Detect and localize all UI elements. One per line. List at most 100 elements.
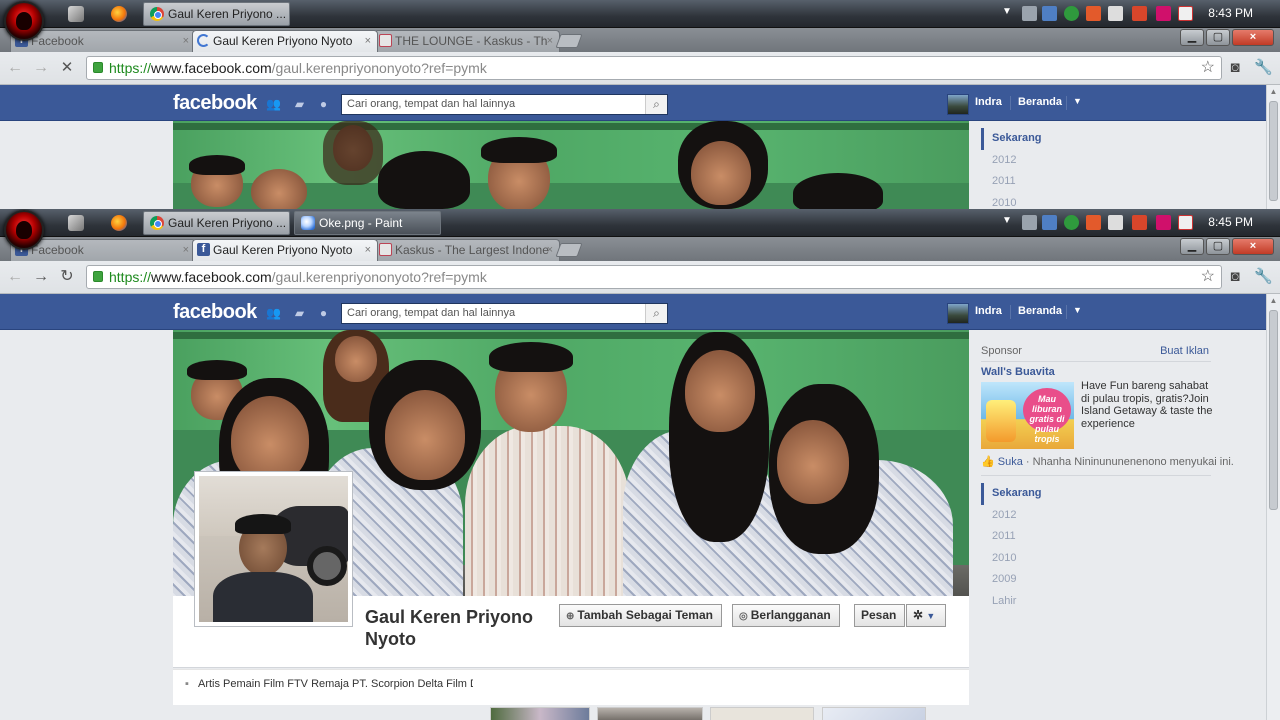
- search-input[interactable]: Cari orang, tempat dan hal lainnya ⌕: [341, 303, 668, 324]
- close-tab-icon[interactable]: ×: [547, 31, 553, 51]
- timeline-item[interactable]: 2012: [981, 505, 1042, 527]
- search-icon[interactable]: ⌕: [645, 95, 667, 114]
- messages-icon[interactable]: ▰: [292, 306, 307, 320]
- firefox-icon[interactable]: [111, 6, 127, 22]
- home-link[interactable]: Beranda: [1018, 305, 1062, 317]
- tab-profile[interactable]: f Gaul Keren Priyono Nyoto ×: [192, 239, 378, 261]
- flag-icon[interactable]: [1086, 215, 1101, 230]
- create-ad-link[interactable]: Buat Iklan: [1160, 345, 1209, 357]
- search-input[interactable]: Cari orang, tempat dan hal lainnya ⌕: [341, 94, 668, 115]
- like-icon[interactable]: 👍: [981, 456, 995, 468]
- account-menu-icon[interactable]: ▼: [1073, 305, 1082, 315]
- extension-icon[interactable]: ◙: [1226, 60, 1244, 76]
- forward-button[interactable]: →: [30, 58, 52, 78]
- friends-thumbnail[interactable]: [597, 707, 703, 720]
- timeline-item[interactable]: 2011: [981, 526, 1042, 548]
- profile-work-info[interactable]: Artis Pemain Film FTV Remaja PT. Scorpio…: [198, 678, 473, 690]
- clock[interactable]: 8:45 PM: [1208, 215, 1253, 229]
- ad-image[interactable]: Mau liburan gratis di pulau tropis: [981, 382, 1074, 449]
- friend-requests-icon[interactable]: 👥: [266, 97, 281, 111]
- flag-icon[interactable]: [1086, 6, 1101, 21]
- start-button[interactable]: [4, 210, 44, 250]
- cover-photo[interactable]: [173, 121, 969, 209]
- timeline-item[interactable]: 2011: [981, 171, 1042, 193]
- timeline-item[interactable]: 2010: [981, 193, 1042, 210]
- network-icon[interactable]: [1108, 6, 1123, 21]
- extension-icon[interactable]: ◙: [1226, 269, 1244, 285]
- power-icon[interactable]: [1178, 6, 1193, 21]
- search-icon[interactable]: ⌕: [645, 304, 667, 323]
- tab-kaskus[interactable]: Kaskus - The Largest Indone ×: [374, 239, 560, 261]
- display-icon[interactable]: [1042, 6, 1057, 21]
- app-tray-icon[interactable]: [1156, 6, 1171, 21]
- user-name-link[interactable]: Indra: [975, 305, 1002, 317]
- new-tab-button[interactable]: [555, 243, 583, 257]
- forward-button[interactable]: →: [30, 267, 52, 287]
- maximize-button[interactable]: ▢: [1206, 238, 1230, 255]
- taskbar-window-button[interactable]: Gaul Keren Priyono ...: [143, 2, 290, 26]
- app-tray-icon[interactable]: [1156, 215, 1171, 230]
- close-window-button[interactable]: ×: [1232, 29, 1274, 46]
- new-tab-button[interactable]: [555, 34, 583, 48]
- like-link[interactable]: Suka: [998, 456, 1023, 468]
- message-button[interactable]: Pesan: [854, 604, 906, 627]
- scrollbar-thumb[interactable]: [1269, 101, 1278, 201]
- back-button[interactable]: ←: [4, 267, 26, 287]
- quick-launch-app-icon[interactable]: [68, 6, 84, 22]
- start-button[interactable]: [4, 1, 44, 41]
- monitor-icon[interactable]: [1022, 6, 1037, 21]
- address-bar[interactable]: https://www.facebook.com/gaul.kerenpriyo…: [86, 56, 1222, 80]
- vertical-scrollbar[interactable]: ▲: [1266, 85, 1280, 209]
- display-icon[interactable]: [1042, 215, 1057, 230]
- likes-thumbnail[interactable]: [822, 707, 926, 720]
- minimize-button[interactable]: ▁: [1180, 29, 1204, 46]
- wrench-icon[interactable]: 🔧: [1254, 269, 1273, 285]
- volume-icon[interactable]: [1132, 6, 1147, 21]
- messages-icon[interactable]: ▰: [292, 97, 307, 111]
- user-name-link[interactable]: Indra: [975, 96, 1002, 108]
- reload-button[interactable]: ↻: [56, 267, 78, 287]
- scroll-up-icon[interactable]: ▲: [1269, 296, 1278, 305]
- gear-menu-button[interactable]: ✲ ▼: [906, 604, 946, 627]
- clock[interactable]: 8:43 PM: [1208, 6, 1253, 20]
- bookmark-star-icon[interactable]: ☆: [1201, 57, 1215, 79]
- close-tab-icon[interactable]: ×: [547, 240, 553, 260]
- timeline-item[interactable]: 2009: [981, 569, 1042, 591]
- bookmark-star-icon[interactable]: ☆: [1201, 266, 1215, 288]
- subscribe-button[interactable]: ◎ Berlangganan: [732, 604, 840, 627]
- shield-icon[interactable]: [1064, 6, 1079, 21]
- volume-icon[interactable]: [1132, 215, 1147, 230]
- address-bar[interactable]: https://www.facebook.com/gaul.kerenpriyo…: [86, 265, 1222, 289]
- minimize-button[interactable]: ▁: [1180, 238, 1204, 255]
- taskbar-window-button[interactable]: Oke.png - Paint: [294, 211, 441, 235]
- facebook-logo[interactable]: facebook: [173, 92, 257, 115]
- friend-requests-icon[interactable]: 👥: [266, 306, 281, 320]
- taskbar-window-button[interactable]: Gaul Keren Priyono ...: [143, 211, 290, 235]
- maximize-button[interactable]: ▢: [1206, 29, 1230, 46]
- close-tab-icon[interactable]: ×: [365, 240, 371, 260]
- add-friend-button[interactable]: ⊕ Tambah Sebagai Teman: [559, 604, 722, 627]
- timeline-item[interactable]: Sekarang: [981, 483, 1042, 505]
- shield-icon[interactable]: [1064, 215, 1079, 230]
- scrollbar-thumb[interactable]: [1269, 310, 1278, 510]
- map-thumbnail[interactable]: [710, 707, 814, 720]
- facebook-logo[interactable]: facebook: [173, 301, 257, 324]
- profile-picture[interactable]: [194, 471, 353, 627]
- timeline-item[interactable]: Sekarang: [981, 128, 1042, 150]
- quick-launch-app-icon[interactable]: [68, 215, 84, 231]
- user-avatar[interactable]: [947, 303, 969, 324]
- timeline-item[interactable]: 2010: [981, 548, 1042, 570]
- notifications-icon[interactable]: ●: [316, 306, 331, 320]
- stop-button[interactable]: ✕: [56, 58, 78, 78]
- vertical-scrollbar[interactable]: ▲: [1266, 294, 1280, 720]
- account-menu-icon[interactable]: ▼: [1073, 96, 1082, 106]
- firefox-icon[interactable]: [111, 215, 127, 231]
- back-button[interactable]: ←: [4, 58, 26, 78]
- ad-title[interactable]: Wall's Buavita: [981, 366, 1055, 378]
- close-tab-icon[interactable]: ×: [183, 240, 189, 260]
- notifications-icon[interactable]: ●: [316, 97, 331, 111]
- network-icon[interactable]: [1108, 215, 1123, 230]
- timeline-item[interactable]: 2012: [981, 150, 1042, 172]
- photos-thumbnail[interactable]: [490, 707, 590, 720]
- wrench-icon[interactable]: 🔧: [1254, 60, 1273, 76]
